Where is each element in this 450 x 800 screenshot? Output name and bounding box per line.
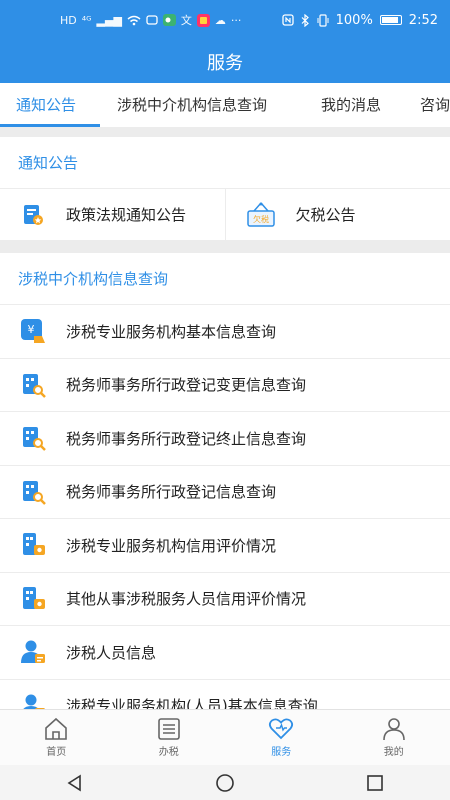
clock: 2:52 bbox=[408, 12, 438, 28]
cloud-icon: ☁ bbox=[214, 13, 226, 27]
nav-mine[interactable]: 我的 bbox=[338, 710, 450, 765]
tab-bar: 通知公告 涉税中介机构信息查询 我的消息 咨询 bbox=[0, 83, 450, 127]
status-bar: HD ⁴ᴳ ▂▄▆ 文 ☁ ··· 100% 2:52 bbox=[0, 0, 450, 40]
user-icon bbox=[382, 718, 405, 741]
list-item[interactable]: ¥ 涉税专业服务机构基本信息查询 bbox=[0, 305, 450, 359]
bottom-nav: 首页 办税 服务 我的 bbox=[0, 709, 450, 765]
tax-owed-sign-text: 欠税 bbox=[253, 214, 269, 224]
recents-icon[interactable] bbox=[365, 773, 385, 793]
building-search-icon bbox=[20, 425, 46, 452]
tab-agency-query[interactable]: 涉税中介机构信息查询 bbox=[117, 83, 267, 127]
list-item[interactable]: 税务师事务所行政登记变更信息查询 bbox=[0, 359, 450, 412]
tab-consult[interactable]: 咨询 bbox=[420, 83, 450, 127]
back-icon[interactable] bbox=[65, 773, 85, 793]
battery-icon bbox=[379, 15, 402, 25]
main-content[interactable]: 通知公告 政策法规通知公告 欠税 欠税公告 涉税中介机构信息查询 ¥ 涉税专业服… bbox=[0, 137, 450, 709]
status-icons: HD ⁴ᴳ ▂▄▆ 文 ☁ ··· bbox=[60, 12, 241, 28]
building-search-icon bbox=[20, 479, 46, 505]
nav-service-label: 服务 bbox=[271, 747, 292, 758]
list-item-label: 其他从事涉税服务人员信用评价情况 bbox=[66, 590, 307, 609]
list-item-label: 税务师事务所行政登记信息查询 bbox=[66, 483, 277, 502]
nav-home[interactable]: 首页 bbox=[0, 710, 113, 765]
header: 服务 bbox=[0, 40, 450, 83]
list-item[interactable]: 税务师事务所行政登记信息查询 bbox=[0, 466, 450, 519]
list-item-label: 涉税人员信息 bbox=[66, 643, 157, 662]
home-circle-icon[interactable] bbox=[214, 772, 236, 794]
signal-icon: ▂▄▆ bbox=[96, 13, 122, 27]
list-item-label: 涉税专业服务机构信用评价情况 bbox=[66, 536, 277, 555]
tab-notices[interactable]: 通知公告 bbox=[16, 83, 76, 127]
nav-home-label: 首页 bbox=[46, 747, 67, 758]
building-badge-icon bbox=[20, 586, 46, 612]
page-title: 服务 bbox=[207, 52, 243, 74]
nav-tax-label: 办税 bbox=[158, 747, 179, 758]
app-icon bbox=[196, 13, 210, 27]
translate-icon: 文 bbox=[180, 14, 192, 27]
list-item-label: 涉税专业服务机构(人员)基本信息查询 bbox=[66, 697, 318, 709]
building-search-icon bbox=[20, 372, 46, 398]
wifi-icon bbox=[127, 15, 141, 25]
list-icon bbox=[157, 718, 180, 740]
list-item[interactable]: 其他从事涉税服务人员信用评价情况 bbox=[0, 573, 450, 626]
section-gap bbox=[0, 241, 450, 253]
person-card-icon bbox=[20, 639, 46, 665]
list-item[interactable]: 税务师事务所行政登记终止信息查询 bbox=[0, 412, 450, 466]
building-badge-icon bbox=[20, 532, 46, 558]
status-right: 100% 2:52 bbox=[281, 12, 438, 28]
svg-text:¥: ¥ bbox=[28, 323, 35, 336]
notice-policy[interactable]: 政策法规通知公告 bbox=[0, 189, 225, 240]
more-icon: ··· bbox=[230, 13, 242, 27]
divider bbox=[0, 127, 450, 137]
section-title-notices: 通知公告 bbox=[0, 137, 450, 189]
message-icon bbox=[146, 14, 158, 25]
home-icon bbox=[45, 717, 68, 740]
vibrate-icon bbox=[317, 13, 329, 27]
list-item[interactable]: 涉税专业服务机构信用评价情况 bbox=[0, 519, 450, 573]
bluetooth-icon bbox=[301, 13, 309, 27]
heart-icon bbox=[269, 718, 294, 740]
wechat-icon bbox=[162, 14, 176, 26]
nav-tax[interactable]: 办税 bbox=[113, 710, 226, 765]
nfc-icon bbox=[281, 14, 294, 26]
notice-tax-owed-label: 欠税公告 bbox=[295, 206, 356, 224]
list-item-label: 涉税专业服务机构基本信息查询 bbox=[66, 322, 277, 341]
network-icon: ⁴ᴳ bbox=[81, 13, 92, 27]
nav-service[interactable]: 服务 bbox=[225, 710, 338, 765]
tab-my-messages[interactable]: 我的消息 bbox=[321, 83, 381, 127]
person-card-icon bbox=[20, 693, 46, 709]
list-item[interactable]: 涉税人员信息 bbox=[0, 626, 450, 680]
list-item-label: 税务师事务所行政登记变更信息查询 bbox=[66, 376, 307, 395]
system-nav bbox=[0, 765, 450, 800]
section-title-agency: 涉税中介机构信息查询 bbox=[0, 253, 450, 305]
tax-owed-sign-icon: 欠税 bbox=[246, 202, 276, 228]
list-item-label: 税务师事务所行政登记终止信息查询 bbox=[66, 429, 307, 448]
document-star-icon bbox=[20, 202, 46, 228]
notice-grid: 政策法规通知公告 欠税 欠税公告 bbox=[0, 189, 450, 241]
notice-policy-label: 政策法规通知公告 bbox=[66, 206, 187, 224]
yuan-agency-icon: ¥ bbox=[20, 318, 46, 344]
list-item[interactable]: 涉税专业服务机构(人员)基本信息查询 bbox=[0, 680, 450, 709]
hd-icon: HD bbox=[60, 13, 77, 27]
nav-mine-label: 我的 bbox=[383, 747, 404, 758]
notice-tax-owed[interactable]: 欠税 欠税公告 bbox=[224, 189, 450, 240]
battery-percent: 100% bbox=[335, 12, 373, 28]
